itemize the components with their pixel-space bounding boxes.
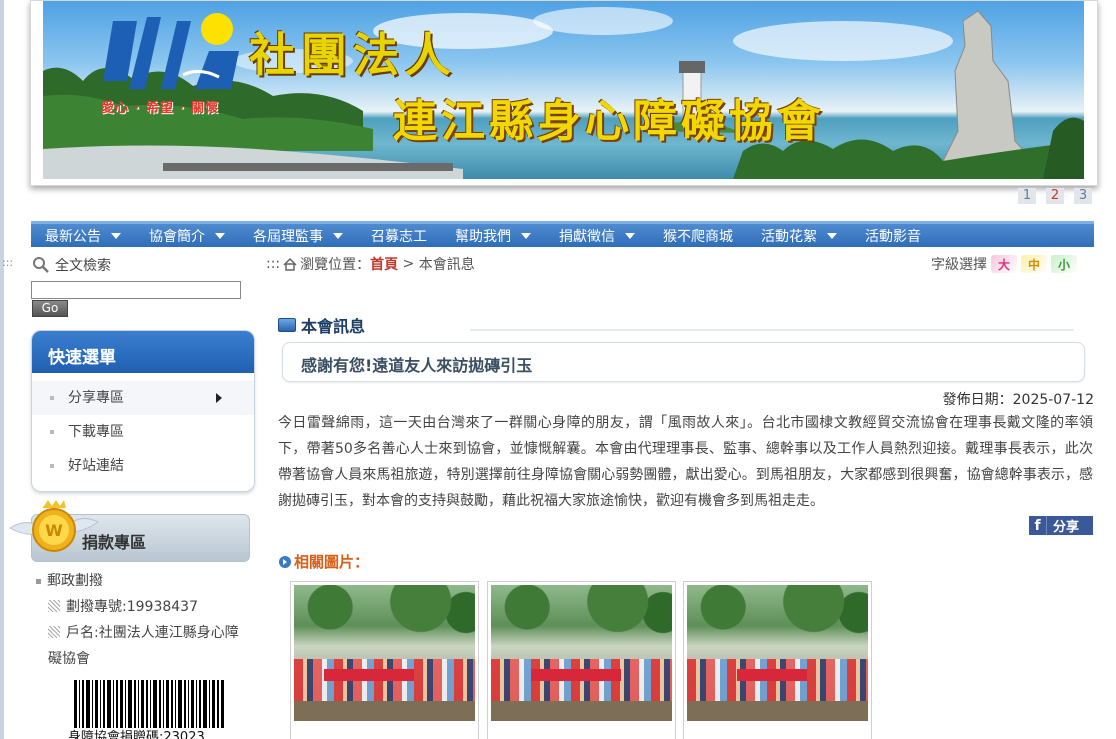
search-icon	[33, 257, 49, 273]
nav-item-videos[interactable]: 活動影音	[851, 224, 935, 247]
left-edge-strip	[0, 0, 4, 739]
nav-label: 活動影音	[865, 228, 921, 245]
related-photo-3[interactable]	[683, 581, 872, 739]
banner-pager: 1 2 3	[1018, 188, 1092, 204]
font-size-selector: 字級選擇 大 中 小	[931, 254, 1077, 274]
breadcrumb-prefix: :::	[266, 256, 281, 272]
medal-icon: W	[9, 500, 99, 552]
donation-barcode	[74, 680, 224, 728]
caret-down-icon	[827, 232, 837, 239]
home-icon	[283, 257, 297, 271]
nav-label: 幫助我們	[455, 228, 511, 245]
nav-item-help-us[interactable]: 幫助我們	[441, 224, 545, 247]
quick-menu-item-download[interactable]: 下載專區	[32, 415, 254, 449]
nav-item-gallery[interactable]: 活動花絮	[747, 224, 851, 247]
share-label: 分享	[1053, 520, 1080, 535]
section-square-icon	[278, 318, 296, 332]
section-title-text: 本會訊息	[301, 317, 366, 336]
quick-menu-item-links[interactable]: 好站連結	[32, 449, 254, 483]
hatch-bullet-icon	[48, 600, 60, 612]
svg-text:W: W	[45, 521, 63, 540]
hatch-bullet-icon	[48, 626, 60, 638]
quick-menu-item-label: 好站連結	[68, 458, 124, 474]
caret-down-icon	[111, 232, 121, 239]
nav-label: 最新公告	[45, 228, 101, 245]
breadcrumb-current: 本會訊息	[418, 257, 475, 273]
quick-menu: 快速選單 分享專區 下載專區 好站連結	[31, 330, 255, 492]
section-title: 本會訊息	[278, 313, 365, 337]
font-size-large-button[interactable]: 大	[991, 255, 1017, 273]
search-go-button[interactable]: Go	[32, 300, 68, 317]
caret-down-icon	[625, 232, 635, 239]
nav-label: 捐獻徵信	[559, 228, 615, 245]
breadcrumb-label: 瀏覽位置：	[300, 257, 371, 273]
nav-label: 各屆理監事	[253, 228, 323, 245]
article-title-box: 感謝有您!遠道友人來訪拋磚引玉	[282, 342, 1085, 382]
facebook-share-button[interactable]: f 分享	[1029, 516, 1093, 535]
search-label: 全文檢索	[32, 255, 111, 275]
arrow-circle-icon	[279, 555, 291, 568]
related-photo-1[interactable]	[290, 581, 479, 739]
nav-item-volunteer[interactable]: 召募志工	[357, 224, 441, 247]
article-body: 今日雷聲綿雨，這一天由台灣來了一群關心身障的朋友，謂「風雨故人來」。台北市國棣文…	[278, 415, 1093, 509]
search-label-text: 全文檢索	[55, 258, 111, 274]
font-size-small-button[interactable]: 小	[1051, 255, 1077, 273]
donate-account: 劃撥專號:19938437	[36, 594, 251, 620]
pager-item-1[interactable]: 1	[1018, 188, 1036, 204]
bullet-icon	[50, 430, 54, 434]
barcode-caption: 身障協會捐贈碼:23023	[68, 730, 205, 739]
breadcrumb-home-link[interactable]: 首頁	[370, 254, 398, 274]
nav-item-about[interactable]: 協會簡介	[135, 224, 239, 247]
nav-item-donations[interactable]: 捐獻徵信	[545, 224, 649, 247]
article-title: 感謝有您!遠道友人來訪拋磚引玉	[301, 356, 533, 375]
bullet-icon	[50, 464, 54, 468]
association-logo	[103, 13, 239, 89]
left-dots: :::	[2, 256, 14, 269]
main-nav: 最新公告 協會簡介 各屆理監事 召募志工 幫助我們 捐獻徵信 猴不爬商城 活動花…	[31, 221, 1094, 247]
nav-item-news[interactable]: 最新公告	[31, 224, 135, 247]
caret-down-icon	[215, 232, 225, 239]
caret-right-icon	[216, 393, 222, 403]
nav-item-shop[interactable]: 猴不爬商城	[649, 224, 747, 247]
nav-label: 活動花絮	[761, 228, 817, 245]
photo-image	[687, 585, 868, 721]
nav-label: 召募志工	[371, 228, 427, 245]
caret-down-icon	[521, 232, 531, 239]
quick-menu-title: 快速選單	[32, 331, 254, 373]
nav-item-board[interactable]: 各屆理監事	[239, 224, 357, 247]
breadcrumb-separator: >	[398, 256, 419, 272]
photo-image	[294, 585, 475, 721]
font-size-label: 字級選擇	[931, 257, 987, 273]
nav-label: 猴不爬商城	[663, 228, 733, 245]
publish-date: 發佈日期：2025-07-12	[942, 392, 1094, 408]
facebook-icon: f	[1029, 516, 1047, 535]
banner-slogan: 愛心 · 希望 · 關懷	[101, 101, 219, 116]
related-images-title: 相關圖片：	[294, 553, 370, 571]
bullet-icon	[36, 578, 41, 584]
bullet-icon	[50, 396, 54, 400]
search-input[interactable]	[31, 281, 241, 299]
photo-image	[491, 585, 672, 721]
banner-org-name: 連江縣身心障礙協會	[393, 96, 825, 147]
related-images-heading: 相關圖片：	[279, 551, 369, 572]
pager-item-3[interactable]: 3	[1074, 188, 1092, 204]
header-banner-frame: 愛心 · 希望 · 關懷 社團法人 連江縣身心障礙協會	[30, 0, 1098, 186]
donate-account-name-cont: 礙協會	[48, 651, 90, 667]
banner-org-type: 社團法人	[249, 28, 457, 82]
breadcrumb: ::: 瀏覽位置： 首頁 > 本會訊息	[266, 254, 475, 274]
header-banner[interactable]: 愛心 · 希望 · 關懷 社團法人 連江縣身心障礙協會	[43, 1, 1084, 179]
quick-menu-item-label: 下載專區	[68, 424, 124, 440]
related-photo-2[interactable]	[487, 581, 676, 739]
section-divider	[470, 329, 1074, 331]
pager-item-2[interactable]: 2	[1046, 188, 1064, 204]
font-size-medium-button[interactable]: 中	[1021, 255, 1047, 273]
donate-method: 郵政劃撥	[36, 568, 251, 594]
donate-info: 郵政劃撥 劃撥專號:19938437 戶名:社團法人連江縣身心障 礙協會	[36, 568, 251, 672]
caret-down-icon	[333, 232, 343, 239]
quick-menu-item-share[interactable]: 分享專區	[32, 381, 254, 415]
donate-account-name: 戶名:社團法人連江縣身心障	[36, 620, 251, 646]
nav-label: 協會簡介	[149, 228, 205, 245]
quick-menu-item-label: 分享專區	[68, 390, 124, 406]
